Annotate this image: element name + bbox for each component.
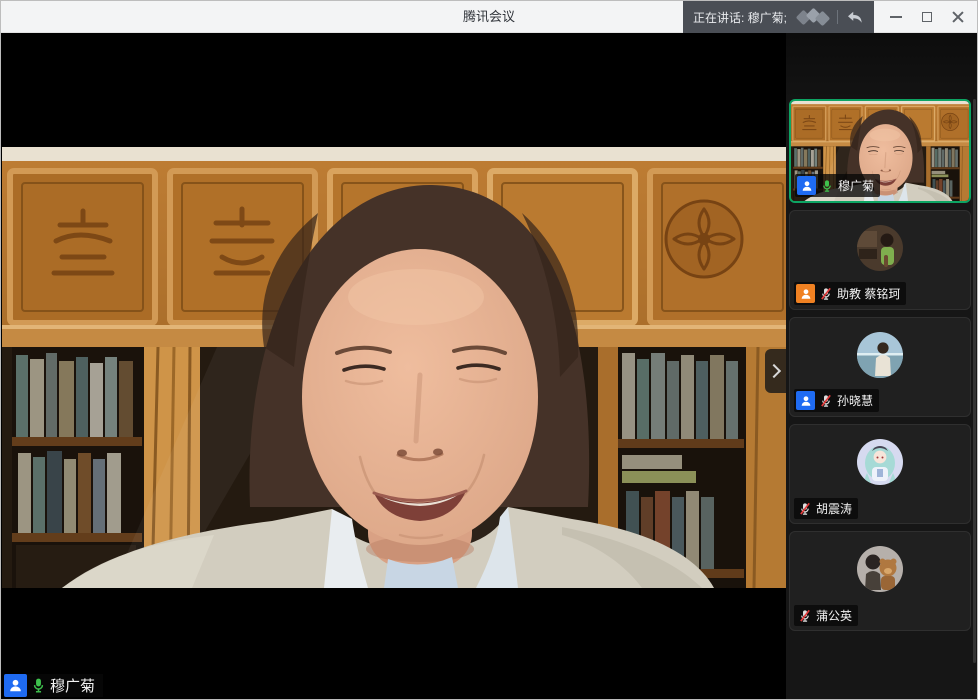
active-speaker-indicator: 正在讲话: 穆广菊;	[683, 1, 874, 33]
participant-name: 孙晓慧	[837, 392, 873, 409]
mic-on-icon	[820, 179, 834, 193]
titlebar: 腾讯会议 正在讲话: 穆广菊;	[1, 1, 977, 33]
user-avatar-icon	[796, 284, 815, 303]
participant-tile-caimingke[interactable]: 助教 蔡铭珂	[789, 210, 971, 310]
participant-badge: 蒲公英	[794, 605, 858, 626]
meeting-logo-icon	[795, 8, 829, 26]
mic-muted-icon	[819, 394, 833, 408]
tencent-meeting-window: 腾讯会议 正在讲话: 穆广菊;	[0, 0, 978, 700]
chevron-right-icon	[767, 364, 781, 378]
participant-badge: 助教 蔡铭珂	[794, 282, 906, 305]
sidebar-collapse-button[interactable]	[765, 349, 786, 393]
user-avatar-icon	[4, 674, 27, 697]
participant-avatar	[857, 225, 903, 271]
participant-badge: 孙晓慧	[794, 389, 879, 412]
participant-tile-sunxiaohui[interactable]: 孙晓慧	[789, 317, 971, 417]
speaker-name: 穆广菊	[50, 675, 95, 696]
maximize-icon	[922, 12, 932, 22]
mic-muted-icon	[798, 609, 812, 623]
app-title: 腾讯会议	[463, 1, 515, 32]
main-video-stage[interactable]: 穆广菊	[1, 33, 786, 700]
mic-on-icon	[30, 677, 47, 694]
participant-avatar	[857, 439, 903, 485]
participant-name: 穆广菊	[838, 177, 874, 194]
sidebar-scrollbar[interactable]	[973, 99, 976, 663]
participant-name: 胡震涛	[816, 500, 852, 517]
participant-tile-muguangju[interactable]: 穆广菊	[789, 99, 971, 203]
close-icon	[952, 11, 964, 23]
main-speaker-badge: 穆广菊	[4, 674, 103, 697]
minimize-icon	[890, 16, 902, 18]
minimize-button[interactable]	[880, 1, 911, 33]
participant-avatar	[857, 332, 903, 378]
participant-name: 蒲公英	[816, 607, 852, 624]
participant-badge: 穆广菊	[795, 174, 880, 197]
user-avatar-icon	[797, 176, 816, 195]
speaking-label: 正在讲话: 穆广菊;	[693, 9, 787, 26]
mic-muted-icon	[819, 287, 833, 301]
participant-badge: 胡震涛	[794, 498, 858, 519]
participant-name: 助教 蔡铭珂	[837, 285, 900, 302]
maximize-button[interactable]	[911, 1, 942, 33]
window-controls	[880, 1, 973, 33]
separator	[837, 10, 838, 24]
return-arrow-icon[interactable]	[846, 10, 864, 24]
participant-avatar	[857, 546, 903, 592]
mic-muted-icon	[798, 502, 812, 516]
main-video-feed	[1, 147, 786, 588]
close-button[interactable]	[942, 1, 973, 33]
participants-sidebar: 穆广菊 助教 蔡铭珂	[786, 33, 977, 700]
user-avatar-icon	[796, 391, 815, 410]
participant-tile-huzhentao[interactable]: 胡震涛	[789, 424, 971, 524]
meeting-content: 穆广菊 穆广菊	[1, 33, 977, 700]
participant-tile-pugongying[interactable]: 蒲公英	[789, 531, 971, 631]
